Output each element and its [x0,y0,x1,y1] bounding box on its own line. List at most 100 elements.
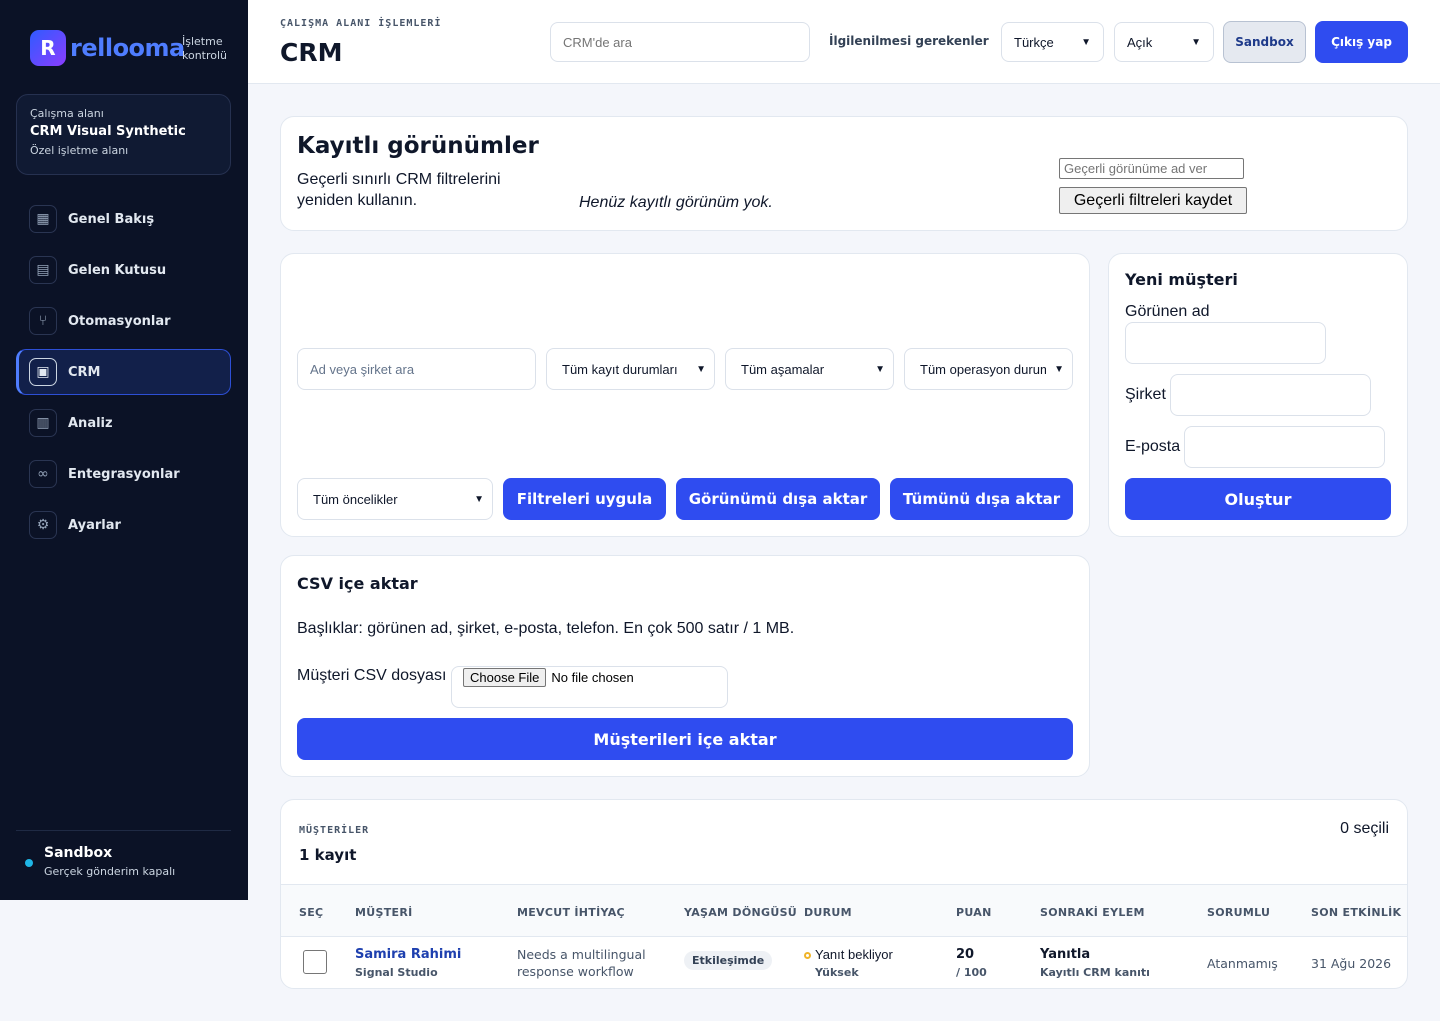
sidebar-item-integrations[interactable]: ∞ Entegrasyonlar [16,451,231,497]
link-icon: ∞ [29,460,57,488]
sandbox-status-sub: Gerçek gönderim kapalı [44,865,176,878]
column-header-status: DURUM [804,906,852,919]
sidebar-item-analytics[interactable]: ▥ Analiz [16,400,231,446]
csv-file-input[interactable]: Choose File No file chosen [451,666,728,708]
language-select[interactable]: Türkçe ▼ [1001,22,1104,62]
theme-select[interactable]: Açık ▼ [1114,22,1214,62]
chevron-down-icon: ▼ [1191,36,1201,48]
column-header-last-activity: SON ETKİNLİK [1311,906,1402,919]
status-text: Yanıt bekliyor [815,947,893,962]
save-filters-button[interactable]: Geçerli filtreleri kaydet [1059,187,1247,214]
new-customer-card: Yeni müşteri Görünen ad Şirket E-posta O… [1108,253,1408,537]
score-value: 20 [956,947,975,962]
score-max: / 100 [956,966,987,979]
ops-status-select[interactable]: Tüm operasyon durumları ▼ [904,348,1073,390]
sidebar: R rellooma İşletme kontrolü Çalışma alan… [0,0,248,900]
sidebar-item-label: Genel Bakış [68,211,155,227]
saved-views-card: Kayıtlı görünümler Geçerli sınırlı CRM f… [280,116,1408,231]
table-header: SEÇ MÜŞTERİ MEVCUT İHTİYAÇ YAŞAM DÖNGÜSÜ… [281,884,1407,937]
top-header: ÇALIŞMA ALANI İŞLEMLERİ CRM İlgilenilmes… [248,0,1440,84]
column-header-select: SEÇ [299,906,324,919]
record-status-value: Tüm kayıt durumları [562,361,678,377]
customers-count: 1 kayıt [299,846,357,864]
priority-text: Yüksek [815,966,859,979]
display-name-label: Görünen ad [1125,303,1210,320]
customers-kicker: MÜŞTERİLER [299,825,370,836]
customer-name-link[interactable]: Samira Rahimi [355,947,461,962]
owner-cell: Atanmamış [1207,956,1278,971]
chevron-down-icon: ▼ [474,493,484,505]
workspace-name: CRM Visual Synthetic [30,124,186,139]
customer-company: Signal Studio [355,966,438,979]
column-header-need: MEVCUT İHTİYAÇ [517,906,625,919]
row-select-checkbox[interactable] [303,950,327,974]
table-row[interactable]: Samira Rahimi Signal Studio Needs a mult… [281,937,1407,988]
column-header-lifecycle: YAŞAM DÖNGÜSÜ [684,906,798,919]
csv-file-label: Müşteri CSV dosyası [297,667,447,684]
last-activity-cell: 31 Ağu 2026 [1311,956,1392,971]
sidebar-item-label: Entegrasyonlar [68,466,180,482]
chevron-down-icon: ▼ [1081,36,1091,48]
bar-chart-icon: ▥ [29,409,57,437]
contact-card-icon: ▣ [29,358,57,386]
email-label: E-posta [1125,438,1181,455]
grid-icon: ▦ [29,205,57,233]
csv-import-description: Başlıklar: görünen ad, şirket, e-posta, … [297,620,795,637]
email-field[interactable] [1184,426,1385,468]
score-cell: 20 / 100 [956,947,987,979]
workspace-kicker: Çalışma alanı [30,107,104,120]
no-file-text: No file chosen [551,670,634,685]
sandbox-status: Sandbox Gerçek gönderim kapalı [16,830,231,878]
gear-icon: ⚙ [29,511,57,539]
logout-button[interactable]: Çıkış yap [1315,21,1408,63]
chevron-down-icon: ▼ [1054,363,1064,375]
sidebar-item-label: CRM [68,364,101,380]
status-cell: Yanıt bekliyor Yüksek [804,947,893,979]
view-name-input[interactable]: Geçerli görünüme ad ver [1059,158,1244,179]
brand-subtitle: İşletme kontrolü [182,35,228,62]
priority-value: Tüm öncelikler [313,491,398,507]
crm-search-input[interactable] [550,22,810,62]
priority-select[interactable]: Tüm öncelikler ▼ [297,478,493,520]
sidebar-item-overview[interactable]: ▦ Genel Bakış [16,196,231,242]
brand-name: rellooma [70,34,185,62]
sidebar-item-automations[interactable]: ⑂ Otomasyonlar [16,298,231,344]
sidebar-item-settings[interactable]: ⚙ Ayarlar [16,502,231,548]
customer-cell: Samira Rahimi Signal Studio [355,947,461,979]
sidebar-item-label: Ayarlar [68,517,121,533]
choose-file-button[interactable]: Choose File [463,668,547,687]
sandbox-button[interactable]: Sandbox [1223,21,1306,63]
csv-import-title: CSV içe aktar [297,574,418,593]
create-customer-button[interactable]: Oluştur [1125,478,1391,520]
workspace-card[interactable]: Çalışma alanı CRM Visual Synthetic Özel … [16,94,231,175]
sidebar-item-crm[interactable]: ▣ CRM [16,349,231,395]
customer-search-input[interactable]: Ad veya şirket ara [297,348,536,390]
sidebar-item-label: Otomasyonlar [68,313,171,329]
stage-value: Tüm aşamalar [741,361,825,377]
brand-logo[interactable]: R rellooma [30,30,185,66]
page-title: CRM [280,38,343,67]
export-all-button[interactable]: Tümünü dışa aktar [890,478,1073,520]
export-view-button[interactable]: Görünümü dışa aktar [676,478,880,520]
csv-import-card: CSV içe aktar Başlıklar: görünen ad, şir… [280,555,1090,777]
header-kicker: ÇALIŞMA ALANI İŞLEMLERİ [280,18,442,29]
apply-filters-button[interactable]: Filtreleri uygula [503,478,666,520]
record-status-select[interactable]: Tüm kayıt durumları ▼ [546,348,715,390]
column-header-customer[interactable]: MÜŞTERİ [355,906,412,919]
ops-status-value: Tüm operasyon durumları [920,361,1046,377]
customers-table-card: MÜŞTERİLER 1 kayıt 0 seçili SEÇ MÜŞTERİ … [280,799,1408,989]
new-customer-title: Yeni müşteri [1125,270,1238,289]
chevron-down-icon: ▼ [696,363,706,375]
next-action-text: Yanıtla [1040,947,1091,962]
display-name-field[interactable] [1125,322,1326,364]
import-customers-button[interactable]: Müşterileri içe aktar [297,718,1073,760]
column-header-next-action: SONRAKİ EYLEM [1040,906,1145,919]
stage-select[interactable]: Tüm aşamalar ▼ [725,348,894,390]
theme-select-value: Açık [1127,34,1153,50]
sandbox-status-title: Sandbox [44,845,113,861]
filters-card: Ad veya şirket ara Tüm kayıt durumları ▼… [280,253,1090,537]
company-field[interactable] [1170,374,1371,416]
sidebar-item-inbox[interactable]: ▤ Gelen Kutusu [16,247,231,293]
column-header-score: PUAN [956,906,992,919]
attention-link[interactable]: İlgilenilmesi gerekenler [829,34,989,48]
